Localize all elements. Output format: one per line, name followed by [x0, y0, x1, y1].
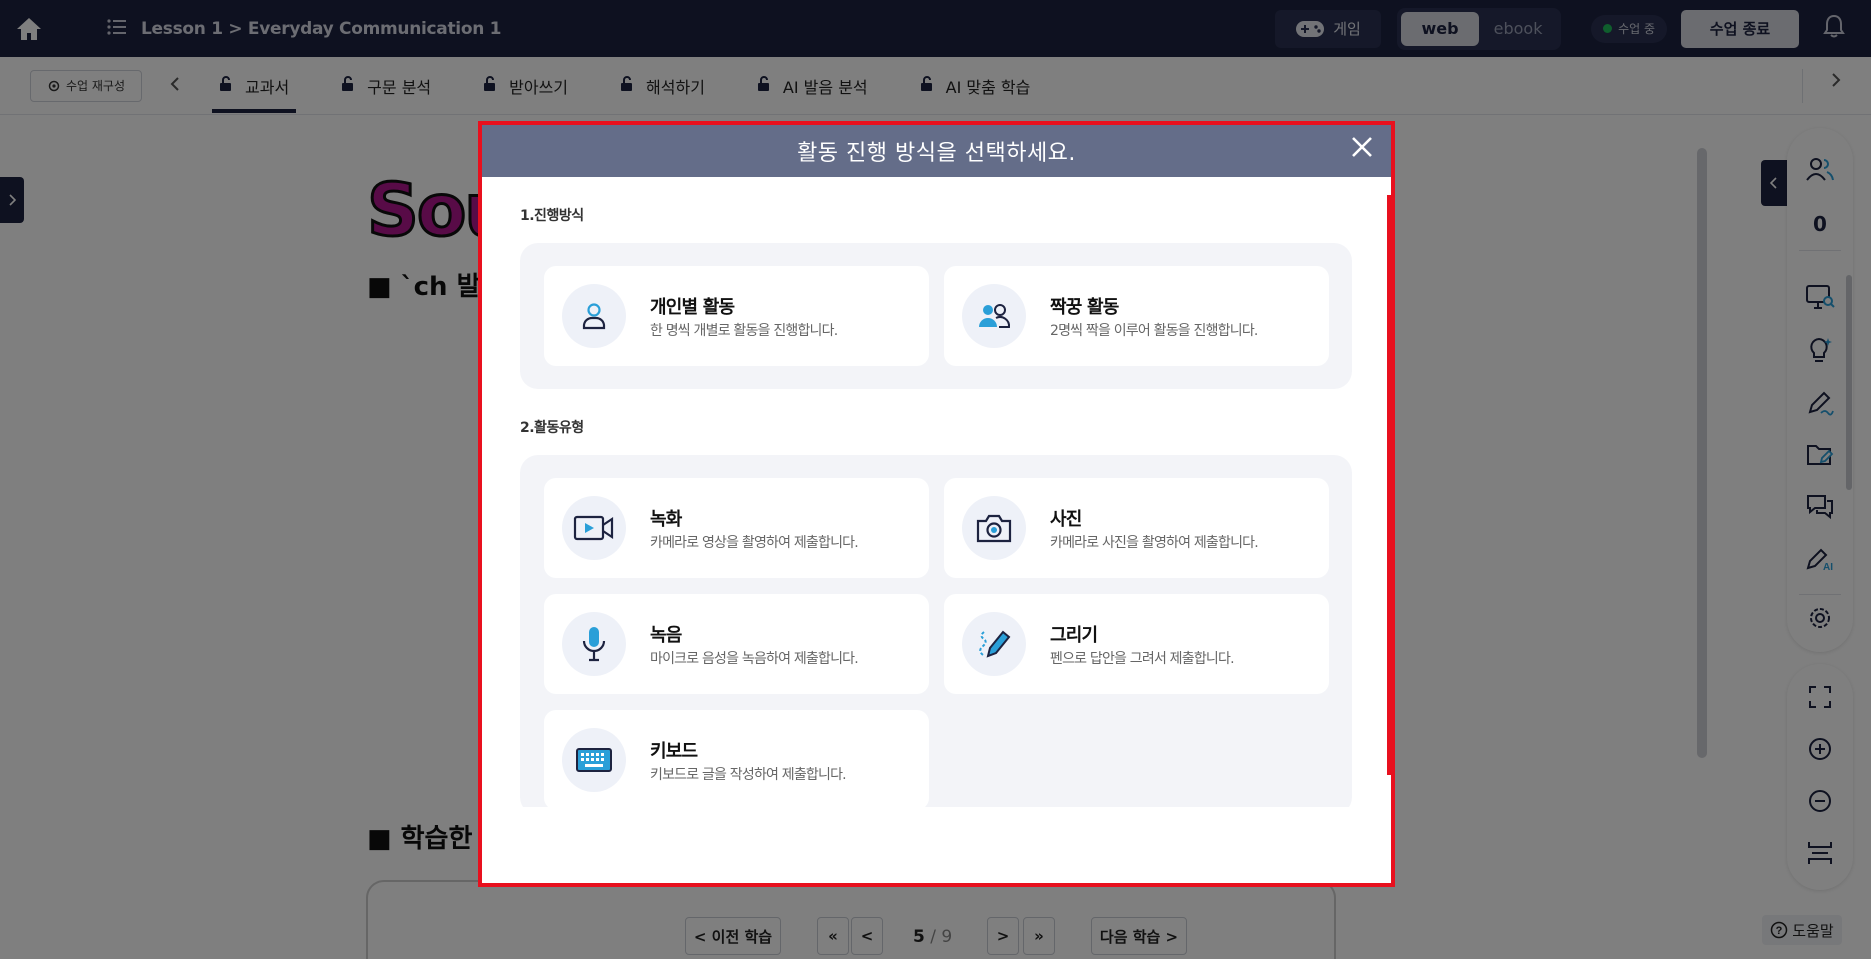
- dialog-scrollbar[interactable]: [1387, 195, 1391, 775]
- section-label-type: 2.활동유형: [520, 420, 584, 436]
- audio-option[interactable]: 녹음 마이크로 음성을 녹음하여 제출합니다.: [544, 594, 929, 694]
- microphone-icon: [562, 612, 626, 676]
- option-description: 펜으로 답안을 그려서 제출합니다.: [1050, 651, 1235, 667]
- video-option[interactable]: 녹화 카메라로 영상을 촬영하여 제출합니다.: [544, 478, 929, 578]
- close-button[interactable]: [1347, 135, 1377, 163]
- option-description: 카메라로 사진을 촬영하여 제출합니다.: [1050, 535, 1259, 551]
- activity-mode-dialog: 활동 진행 방식을 선택하세요. 1.진행방식 개인별 활동 한 명씩 개별로 …: [478, 121, 1395, 887]
- option-description: 키보드로 글을 작성하여 제출합니다.: [650, 767, 847, 783]
- person-icon: [562, 284, 626, 348]
- type-options: 녹화 카메라로 영상을 촬영하여 제출합니다. 사진 카메라로 사진을 촬영하여…: [520, 455, 1352, 807]
- dialog-title: 활동 진행 방식을 선택하세요.: [797, 141, 1076, 166]
- mode-options: 개인별 활동 한 명씩 개별로 활동을 진행합니다. 짝꿍 활동 2명씩 짝을 …: [520, 243, 1352, 389]
- keyboard-icon: [562, 728, 626, 792]
- dialog-header: 활동 진행 방식을 선택하세요.: [482, 125, 1391, 177]
- section-label-mode: 1.진행방식: [520, 208, 584, 224]
- option-title: 사진: [1050, 509, 1082, 530]
- pair-activity-option[interactable]: 짝꿍 활동 2명씩 짝을 이루어 활동을 진행합니다.: [944, 266, 1329, 366]
- option-title: 키보드: [650, 741, 698, 762]
- drawing-option[interactable]: 그리기 펜으로 답안을 그려서 제출합니다.: [944, 594, 1329, 694]
- dialog-body: 1.진행방식 개인별 활동 한 명씩 개별로 활동을 진행합니다. 짝꿍 활동 …: [482, 177, 1391, 807]
- individual-activity-option[interactable]: 개인별 활동 한 명씩 개별로 활동을 진행합니다.: [544, 266, 929, 366]
- option-description: 2명씩 짝을 이루어 활동을 진행합니다.: [1050, 323, 1258, 339]
- pair-icon: [962, 284, 1026, 348]
- photo-option[interactable]: 사진 카메라로 사진을 촬영하여 제출합니다.: [944, 478, 1329, 578]
- option-title: 녹음: [650, 625, 682, 646]
- camera-icon: [962, 496, 1026, 560]
- option-title: 그리기: [1050, 625, 1098, 646]
- keyboard-option[interactable]: 키보드 키보드로 글을 작성하여 제출합니다.: [544, 710, 929, 807]
- close-icon: [1352, 137, 1372, 157]
- pen-icon: [962, 612, 1026, 676]
- video-camera-icon: [562, 496, 626, 560]
- option-description: 카메라로 영상을 촬영하여 제출합니다.: [650, 535, 859, 551]
- option-title: 개인별 활동: [650, 297, 735, 318]
- option-description: 마이크로 음성을 녹음하여 제출합니다.: [650, 651, 859, 667]
- option-title: 녹화: [650, 509, 682, 530]
- option-title: 짝꿍 활동: [1050, 297, 1119, 318]
- option-description: 한 명씩 개별로 활동을 진행합니다.: [650, 323, 838, 339]
